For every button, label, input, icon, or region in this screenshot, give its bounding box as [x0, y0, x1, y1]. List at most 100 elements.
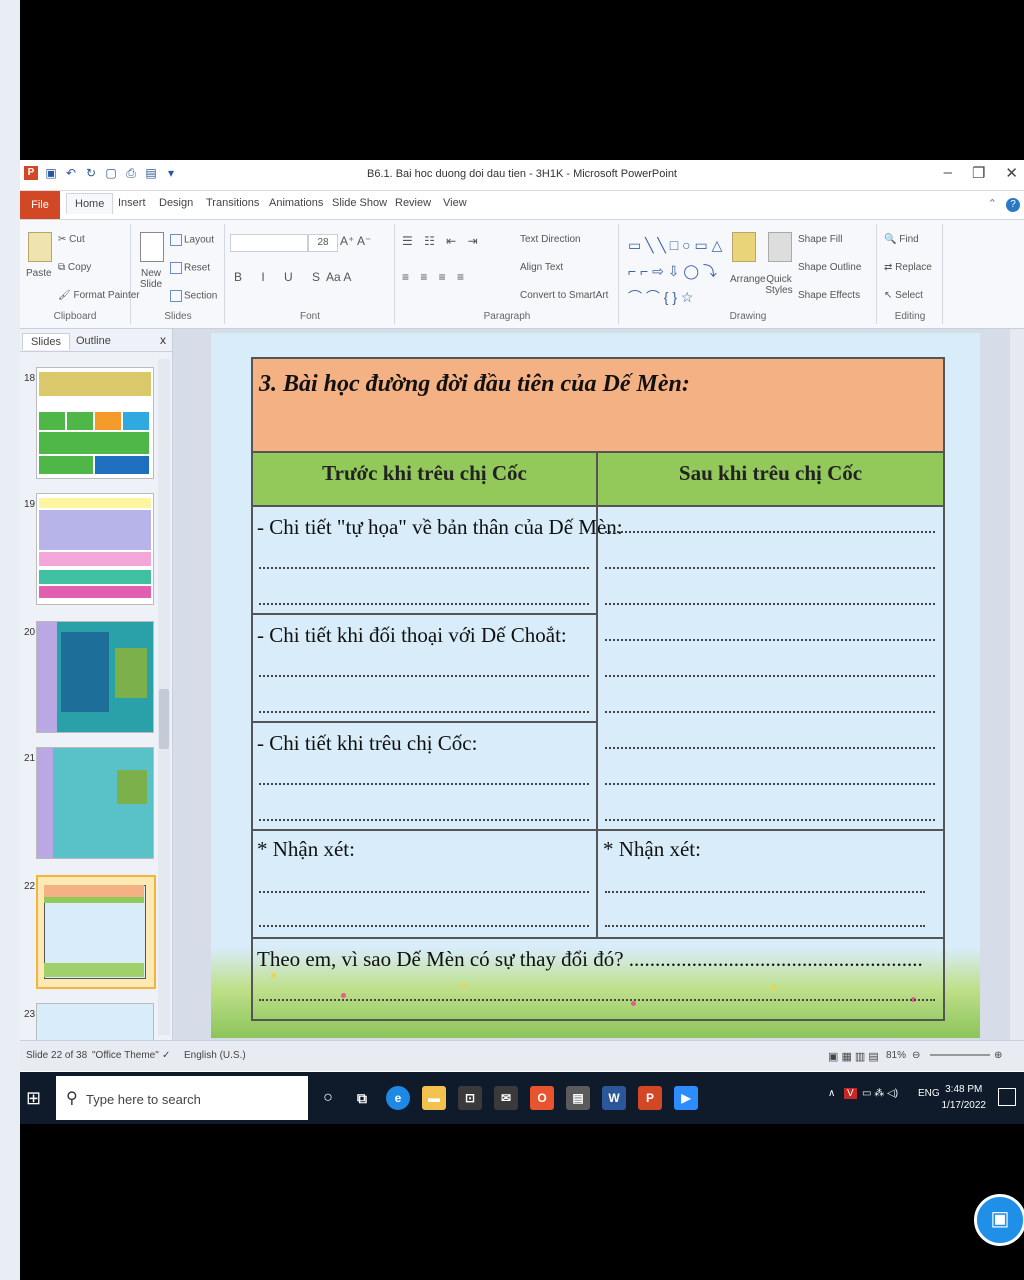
language-indicator[interactable]: English (U.S.) [184, 1050, 246, 1061]
ribbon-right-controls: ⌃ ? [988, 197, 1020, 212]
pane-scroll-thumb[interactable] [159, 689, 169, 749]
collapse-ribbon-icon[interactable]: ⌃ [988, 198, 997, 210]
align-text-button[interactable]: Align Text [520, 262, 563, 273]
replace-button[interactable]: ⇄ Replace [884, 262, 932, 273]
cortana-icon[interactable]: ○ [316, 1086, 340, 1110]
powerpoint-screen: P ▣ ↶ ↻ ▢ ⎙ ▤ ▾ B6.1. Bai hoc duong doi … [20, 160, 1024, 1124]
shapes-gallery-icon[interactable]: ▭ ╲ ╲ □ ○ ▭ △ ⌐ ⌐ ⇨ ⇩ ◯ ⤵ ⌒ ⌒ { } ☆ [628, 232, 724, 310]
dotted-answer-line [259, 567, 589, 569]
select-button[interactable]: ↖ Select [884, 290, 923, 301]
thumb-number: 20 [24, 627, 36, 638]
tab-slide-show[interactable]: Slide Show [332, 197, 387, 209]
group-label-clipboard: Clipboard [53, 311, 97, 322]
group-label-slides: Slides [164, 311, 192, 322]
row-divider [253, 721, 596, 723]
tab-home[interactable]: Home [66, 193, 114, 214]
new-slide-button[interactable]: New Slide [136, 268, 166, 290]
convert-smartart-button[interactable]: Convert to SmartArt [520, 290, 608, 301]
office-icon[interactable]: O [530, 1086, 554, 1110]
tab-slides[interactable]: Slides [22, 333, 70, 350]
align-buttons-icon[interactable]: ≡ ≡ ≡ ≡ [402, 270, 468, 284]
row-teasing-label: - Chi tiết khi trêu chị Cốc: [257, 731, 478, 755]
find-button[interactable]: 🔍 Find [884, 234, 919, 245]
font-name-select[interactable] [230, 234, 308, 252]
tab-outline[interactable]: Outline [68, 333, 119, 349]
app-icon[interactable]: ▤ [566, 1086, 590, 1110]
restore-button[interactable]: ❐ [972, 164, 985, 182]
spellcheck-icon[interactable]: ✓ [162, 1050, 170, 1061]
shape-outline-button[interactable]: Shape Outline [798, 262, 861, 273]
close-button[interactable]: ✕ [1005, 164, 1018, 182]
slide-thumbnail-23[interactable] [36, 1003, 154, 1041]
minimize-button[interactable]: – [944, 164, 952, 182]
powerpoint-taskbar-icon[interactable]: P [638, 1086, 662, 1110]
copy-button[interactable]: ⧉ Copy [58, 262, 91, 273]
notification-icon[interactable] [998, 1088, 1016, 1106]
windows-start-icon[interactable]: ⊞ [26, 1088, 46, 1108]
slide-thumbnail-18[interactable] [36, 367, 154, 479]
list-buttons-icon[interactable]: ☰ ☷ ⇤ ⇥ [402, 234, 482, 248]
cut-icon: ✂ [58, 234, 70, 245]
zoom-in-icon[interactable]: ⊕ [994, 1050, 1002, 1061]
slide-thumbnail-21[interactable] [36, 747, 154, 859]
tab-design[interactable]: Design [159, 197, 193, 209]
tray-app-icon[interactable]: V [844, 1088, 857, 1099]
shape-fill-button[interactable]: Shape Fill [798, 234, 842, 245]
font-color-icon[interactable]: Aa A [326, 270, 351, 284]
mail-icon[interactable]: ✉ [494, 1086, 518, 1110]
tab-transitions[interactable]: Transitions [206, 197, 259, 209]
zoom-out-icon[interactable]: ⊖ [912, 1050, 920, 1061]
quick-styles-button[interactable]: Quick Styles [764, 274, 794, 296]
quick-styles-icon[interactable] [768, 232, 792, 262]
slide-thumbnail-22-selected[interactable] [36, 875, 156, 989]
font-size-select[interactable]: 28 [308, 234, 338, 252]
help-icon[interactable]: ? [1006, 198, 1020, 212]
pane-scrollbar[interactable] [158, 359, 170, 1035]
text-direction-button[interactable]: Text Direction [520, 234, 581, 245]
theme-name[interactable]: "Office Theme" [92, 1050, 159, 1061]
arrange-icon[interactable] [732, 232, 756, 262]
word-icon[interactable]: W [602, 1086, 626, 1110]
zoom-level[interactable]: 81% [886, 1050, 906, 1061]
editor-scrollbar[interactable] [1010, 329, 1024, 1040]
input-language[interactable]: ENG [918, 1088, 940, 1099]
section-button[interactable]: Section [170, 290, 217, 302]
shape-effects-button[interactable]: Shape Effects [798, 290, 860, 301]
video-record-icon[interactable]: ▣ [974, 1194, 1024, 1246]
paste-button[interactable]: Paste [26, 268, 52, 279]
zoom-slider[interactable] [930, 1054, 990, 1056]
view-buttons-icon[interactable]: ▣ ▦ ▥ ▤ [828, 1050, 879, 1063]
store-icon[interactable]: ⊡ [458, 1086, 482, 1110]
taskbar-search-box[interactable]: ⚲ Type here to search [56, 1076, 308, 1120]
cut-label: Cut [69, 234, 85, 245]
group-label-drawing: Drawing [729, 311, 767, 322]
tray-overflow-icon[interactable]: ∧ [828, 1088, 835, 1099]
zoom-app-icon[interactable]: ▶ [674, 1086, 698, 1110]
tab-view[interactable]: View [443, 197, 467, 209]
system-clock[interactable]: 3:48 PM 1/17/2022 [942, 1082, 987, 1114]
tab-animations[interactable]: Animations [269, 197, 323, 209]
paste-icon[interactable] [28, 232, 52, 262]
close-pane-icon[interactable]: x [160, 333, 166, 347]
file-explorer-icon[interactable]: ▬ [422, 1086, 446, 1110]
layout-button[interactable]: Layout [170, 234, 214, 246]
edge-browser-icon[interactable]: e [386, 1086, 410, 1110]
tray-network-icon[interactable]: ▭ ⁂ ◁) [862, 1088, 898, 1099]
new-slide-icon[interactable] [140, 232, 164, 262]
slide-22[interactable]: 3. Bài học đường đời đầu tiên của Dế Mèn… [211, 333, 980, 1038]
thumb-number: 23 [24, 1009, 36, 1020]
cut-button[interactable]: ✂ Cut [58, 234, 85, 245]
slide-thumbnail-20[interactable] [36, 621, 154, 733]
thumb-number: 18 [24, 373, 36, 384]
task-view-icon[interactable]: ⧉ [350, 1086, 374, 1110]
format-painter-button[interactable]: 🖌 Format Painter [58, 290, 140, 301]
slide-thumbnail-19[interactable] [36, 493, 154, 605]
grow-font-icon[interactable]: A⁺ A⁻ [340, 234, 371, 248]
tab-review[interactable]: Review [395, 197, 431, 209]
font-style-buttons[interactable]: B I U S [234, 270, 328, 284]
arrange-button[interactable]: Arrange [730, 274, 766, 285]
tab-file[interactable]: File [20, 191, 60, 219]
tab-insert[interactable]: Insert [118, 197, 146, 209]
thumb-number: 19 [24, 499, 36, 510]
reset-button[interactable]: Reset [170, 262, 210, 274]
